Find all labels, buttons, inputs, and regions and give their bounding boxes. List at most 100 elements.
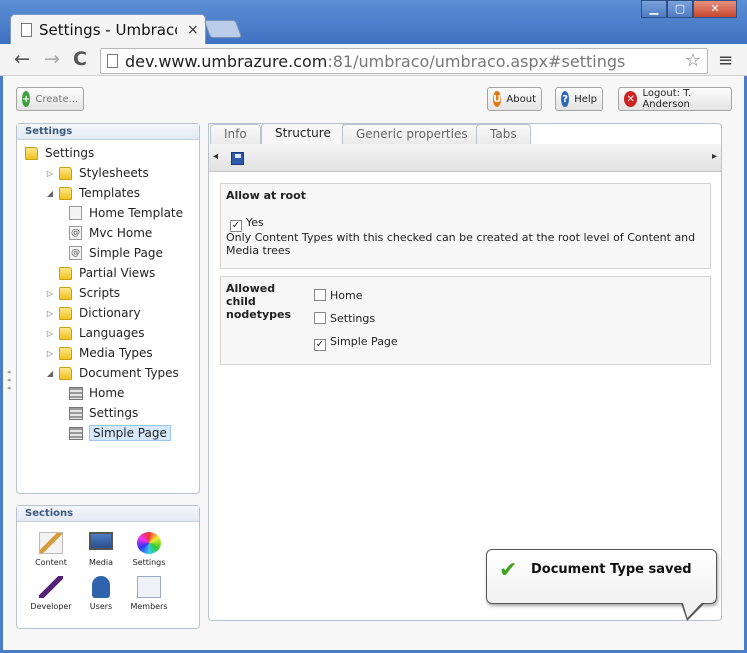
tree-item-label: Simple Page [89,425,171,441]
about-button[interactable]: U About [487,87,542,111]
tree-item[interactable]: @ Simple Page [65,244,163,262]
logout-button[interactable]: ✕ Logout: T. Anderson [618,87,732,111]
tree-item[interactable]: ◢ Document Types [45,364,179,382]
folder-icon [59,166,72,180]
folder-icon [59,326,72,340]
section-developer[interactable]: Developer [26,576,76,611]
color-wheel-icon [137,532,161,554]
tree-item[interactable]: Settings [65,404,138,422]
tree-item[interactable]: Home [65,384,124,402]
document-type-icon [69,426,83,440]
sections-panel-header: Sections [17,506,199,522]
members-icon [137,576,161,598]
url-host: dev.www.umbrazure.com [125,51,328,71]
tree-item-label: Dictionary [79,306,141,320]
tree-item-label: Media Types [79,346,153,360]
section-label: Members [130,602,168,611]
browser-tab[interactable]: Settings - Umbraco C × [10,14,206,44]
expand-arrow-icon[interactable]: ▷ [45,329,55,338]
section-content[interactable]: Content [26,532,76,567]
document-type-icon [69,386,83,400]
maximize-button[interactable]: ▢ [667,0,693,18]
minimize-button[interactable]: ▁ [641,0,667,18]
tree-item[interactable]: ◢ Templates [45,184,140,202]
logout-icon: ✕ [624,91,638,107]
expand-arrow-icon[interactable]: ▷ [45,349,55,358]
tree-item[interactable]: Settings [25,144,94,162]
notification-bubble[interactable]: ✔ Document Type saved [486,549,717,604]
tab-close-icon[interactable]: × [187,22,199,38]
tree-item[interactable]: ▷ Stylesheets [45,164,149,182]
tree-item[interactable]: ▷ Scripts [45,284,120,302]
folder-icon [59,186,72,200]
window-controls: ▁ ▢ ✕ [641,0,737,18]
tree-item[interactable]: @ Mvc Home [65,224,152,242]
tree-item[interactable]: ▷ Languages [45,324,145,342]
tree-item-label: Stylesheets [79,166,149,180]
notification-text: Document Type saved [531,562,692,577]
section-media[interactable]: Media [76,532,126,567]
pencil-icon [39,532,63,554]
tree-item-label: Languages [79,326,145,340]
address-bar[interactable]: dev.www.umbrazure.com:81/umbraco/umbraco… [100,48,708,74]
browser-titlebar: Settings - Umbraco C × ▁ ▢ ✕ [0,0,747,44]
forward-button[interactable]: → [40,48,64,70]
folder-icon [59,366,72,380]
folder-icon [59,286,72,300]
close-window-button[interactable]: ✕ [693,0,737,18]
collapse-arrow-icon[interactable]: ◢ [45,189,55,198]
folder-icon [59,266,72,280]
razor-template-icon: @ [69,246,82,260]
url-path: :81/umbraco/umbraco.aspx#settings [327,51,626,71]
section-label: Settings [132,558,166,567]
razor-template-icon: @ [69,226,82,240]
tab-title: Settings - Umbraco C [39,20,177,39]
umbraco-logo-icon: U [493,91,502,107]
tree-item-label: Home Template [89,206,184,220]
section-label: Content [35,558,67,567]
section-settings[interactable]: Settings [124,532,174,567]
section-members[interactable]: Members [124,576,174,611]
sections-panel: Sections Content Media Settings Develope… [16,505,200,629]
tree-item-label: Simple Page [89,246,163,260]
expand-arrow-icon[interactable]: ▷ [45,309,55,318]
expand-arrow-icon[interactable]: ▷ [45,289,55,298]
browser-menu-icon[interactable]: ≡ [718,50,733,71]
help-button[interactable]: ? Help [555,87,603,111]
section-label: Developer [30,602,72,611]
new-tab-button[interactable] [203,20,243,38]
tree-item-label: Templates [79,186,141,200]
tree-item-label: Document Types [79,366,179,380]
about-label: About [506,93,536,105]
folder-icon [59,306,72,320]
tree-item[interactable]: Home Template [65,204,183,222]
create-button[interactable]: + Create... [16,87,84,111]
section-label: Users [89,602,113,611]
tree-item-label: Settings [45,146,95,160]
page-icon [107,54,118,68]
create-label: Create... [35,93,79,105]
settings-panel-header: Settings [17,124,199,140]
splitter-handle[interactable]: ◂ ◂ ◂ [7,368,11,392]
tree-item-label: Home [89,386,125,400]
tree-item[interactable]: Simple Page [65,424,171,442]
plus-icon: + [22,91,31,107]
section-users[interactable]: Users [76,576,126,611]
browser-toolbar: ← → C dev.www.umbrazure.com:81/umbraco/u… [0,44,747,76]
settings-tree-panel: Settings Settings ▷ Stylesheets ◢ Templates H… [16,123,200,494]
tree-item[interactable]: ▷ Dictionary [45,304,141,322]
tree-item-label: Scripts [79,286,121,300]
page-icon [21,22,32,37]
reload-button[interactable]: C [68,48,92,70]
wand-icon [39,576,63,598]
tree-item-label: Partial Views [79,266,156,280]
monitor-icon [89,532,113,550]
bookmark-star-icon[interactable]: ☆ [685,50,701,71]
tree-item[interactable]: Partial Views [45,264,155,282]
tree-item[interactable]: ▷ Media Types [45,344,153,362]
collapse-arrow-icon[interactable]: ◢ [45,369,55,378]
tree-item-label: Mvc Home [89,226,153,240]
back-button[interactable]: ← [10,48,34,70]
expand-arrow-icon[interactable]: ▷ [45,169,55,178]
logout-label: Logout: T. Anderson [642,88,692,110]
